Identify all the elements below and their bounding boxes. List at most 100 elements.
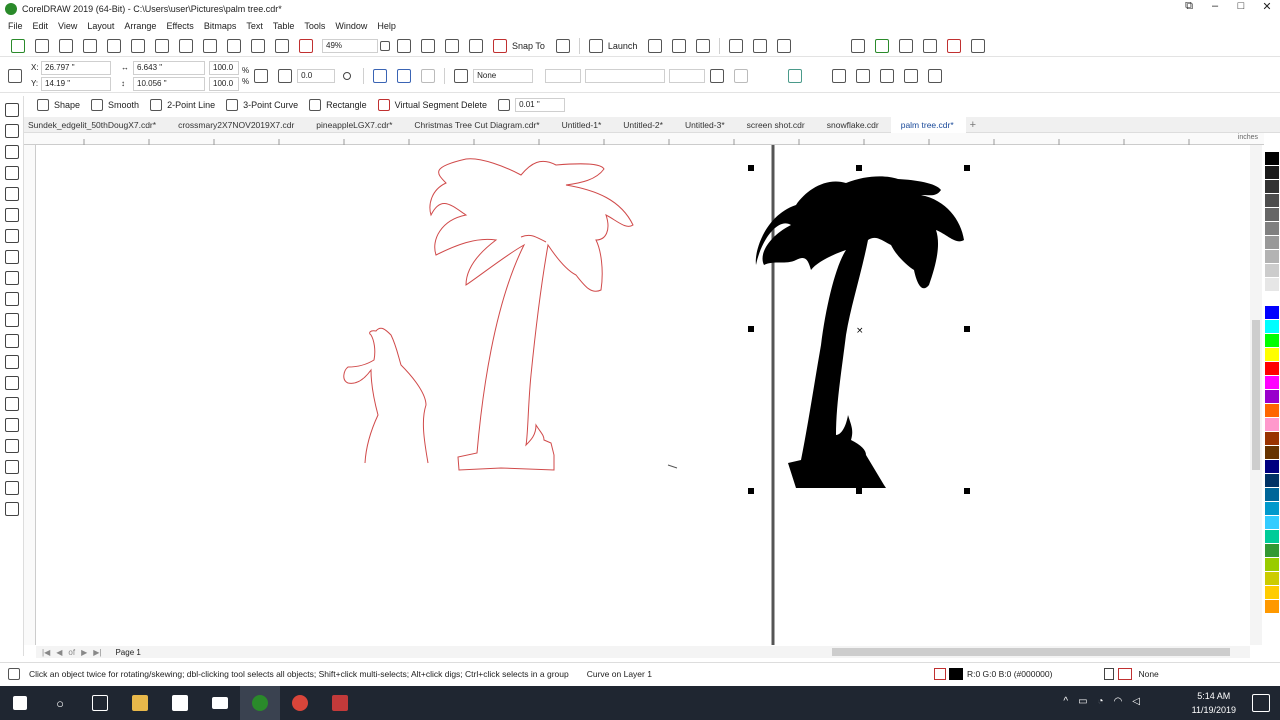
first-page-icon[interactable]: |◀ — [42, 648, 50, 657]
palette-swatch-34[interactable] — [1265, 600, 1279, 614]
battery-icon[interactable]: ▭ — [1078, 696, 1087, 707]
parallel-dimension-tool-icon[interactable] — [4, 313, 19, 327]
y-position-field[interactable]: 14.19 " — [41, 76, 111, 91]
palette-swatch-26[interactable] — [1265, 488, 1279, 502]
download-cloud-icon[interactable] — [672, 38, 687, 53]
two-point-line-label[interactable]: 2-Point Line — [167, 100, 215, 110]
copy-icon[interactable] — [131, 38, 145, 53]
save-icon[interactable] — [59, 38, 73, 53]
width-field[interactable]: 6.643 " — [133, 60, 205, 75]
undo-icon[interactable] — [179, 38, 193, 53]
trim-icon[interactable] — [856, 68, 871, 83]
tab-untitled-2[interactable]: Untitled-2* — [613, 117, 675, 133]
figure-outline[interactable] — [343, 327, 429, 464]
smooth-tool-label[interactable]: Smooth — [108, 100, 139, 110]
macro-icon[interactable] — [729, 38, 744, 53]
menu-text[interactable]: Text — [246, 21, 263, 31]
tray-chevron-icon[interactable]: ^ — [1063, 696, 1068, 707]
vertical-scrollbar[interactable] — [1250, 145, 1262, 645]
eyedropper-tool-icon[interactable] — [4, 397, 19, 411]
import-icon[interactable] — [251, 38, 265, 53]
palette-swatch-3[interactable] — [1265, 166, 1279, 180]
two-point-line-icon[interactable] — [150, 98, 163, 111]
task-view-icon[interactable] — [80, 686, 120, 720]
ellipse-tool-icon[interactable] — [4, 250, 19, 264]
search-icon[interactable]: ○ — [40, 686, 80, 720]
palette-swatch-7[interactable] — [1265, 222, 1279, 236]
more-icon[interactable] — [971, 38, 986, 53]
intersect-icon[interactable] — [880, 68, 895, 83]
vertical-ruler[interactable] — [24, 145, 36, 645]
palette-swatch-12[interactable] — [1265, 292, 1279, 306]
menu-view[interactable]: View — [58, 21, 77, 31]
nudge-distance-field[interactable]: 0.01 " — [515, 97, 566, 112]
rectangle-tool-icon[interactable] — [309, 98, 322, 111]
edit-macro-icon[interactable] — [899, 38, 914, 53]
palette-swatch-22[interactable] — [1265, 432, 1279, 446]
snap-off-icon[interactable] — [493, 38, 507, 53]
palette-swatch-13[interactable] — [1265, 306, 1279, 320]
maximize-button[interactable]: □ — [1228, 0, 1254, 13]
chevron-down-icon[interactable] — [380, 40, 390, 51]
palette-swatch-11[interactable] — [1265, 278, 1279, 292]
new-tab-icon[interactable]: + — [970, 119, 976, 131]
tab-untitled-1[interactable]: Untitled-1* — [552, 117, 614, 133]
coreldraw-taskbar-icon[interactable] — [240, 686, 280, 720]
menu-effects[interactable]: Effects — [166, 21, 193, 31]
start-arrowhead-select[interactable] — [545, 68, 582, 83]
palette-swatch-21[interactable] — [1265, 418, 1279, 432]
screen-recorder-icon[interactable] — [320, 686, 360, 720]
text-tool-icon[interactable] — [4, 292, 19, 306]
launch-dropdown[interactable]: Launch — [608, 41, 638, 51]
zoom-tool-icon[interactable] — [4, 166, 19, 180]
last-page-icon[interactable]: ▶| — [93, 648, 101, 657]
front-minus-back-icon[interactable] — [928, 68, 943, 83]
smart-fill-tool-icon[interactable] — [4, 439, 19, 453]
measure-icon[interactable] — [923, 38, 938, 53]
volume-icon[interactable]: ◁ — [1132, 696, 1140, 707]
upload-cloud-icon[interactable] — [648, 38, 663, 53]
open-icon[interactable] — [35, 38, 49, 53]
rotation-angle-field[interactable]: 0.0 — [297, 68, 336, 83]
palette-swatch-19[interactable] — [1265, 390, 1279, 404]
artistic-media-tool-icon[interactable] — [4, 208, 19, 222]
line-style-select[interactable] — [585, 68, 666, 83]
height-field[interactable]: 10.056 " — [133, 76, 205, 91]
publish-pdf-icon[interactable] — [299, 38, 313, 53]
no-outline-swatch[interactable] — [1118, 667, 1133, 680]
fill-color-swatch[interactable] — [948, 667, 963, 680]
wrap-text-icon[interactable] — [710, 68, 725, 83]
palette-swatch-17[interactable] — [1265, 362, 1279, 376]
palette-swatch-16[interactable] — [1265, 348, 1279, 362]
tab-christmas-tree[interactable]: Christmas Tree Cut Diagram.cdr* — [404, 117, 551, 133]
menu-table[interactable]: Table — [273, 21, 295, 31]
application-launcher-icon[interactable] — [588, 38, 603, 53]
print-icon[interactable] — [83, 38, 97, 53]
palette-swatch-18[interactable] — [1265, 376, 1279, 390]
tab-snowflake[interactable]: snowflake.cdr — [817, 117, 891, 133]
show-grid-icon[interactable] — [445, 38, 459, 53]
freehand-tool-icon[interactable] — [4, 187, 19, 201]
tab-pineapple[interactable]: pineappleLGX7.cdr* — [306, 117, 404, 133]
scale-y-field[interactable]: 100.0 — [209, 76, 239, 91]
next-page-icon[interactable]: ▶ — [81, 648, 87, 657]
chrome-icon[interactable] — [280, 686, 320, 720]
three-point-curve-label[interactable]: 3-Point Curve — [243, 100, 298, 110]
store-icon[interactable] — [160, 686, 200, 720]
tab-crossmary[interactable]: crossmary2X7NOV2019X7.cdr — [168, 117, 306, 133]
snap-to-dropdown[interactable]: Snap To — [512, 41, 545, 51]
simplify-icon[interactable] — [904, 68, 919, 83]
palette-swatch-24[interactable] — [1265, 460, 1279, 474]
mirror-vertical-icon[interactable] — [397, 68, 412, 83]
fill-bucket-icon[interactable] — [933, 667, 946, 680]
zoom-level-field[interactable]: 49% — [322, 38, 378, 53]
three-point-curve-icon[interactable] — [226, 98, 239, 111]
palette-swatch-28[interactable] — [1265, 516, 1279, 530]
calculator-icon[interactable] — [851, 38, 866, 53]
outline-pen-icon[interactable] — [454, 68, 469, 83]
scale-x-field[interactable]: 100.0 — [209, 60, 239, 75]
palette-swatch-8[interactable] — [1265, 236, 1279, 250]
vertical-scroll-thumb[interactable] — [1252, 320, 1260, 470]
restore-icon[interactable]: ⧉ — [1176, 0, 1202, 13]
palette-swatch-2[interactable] — [1265, 152, 1279, 166]
